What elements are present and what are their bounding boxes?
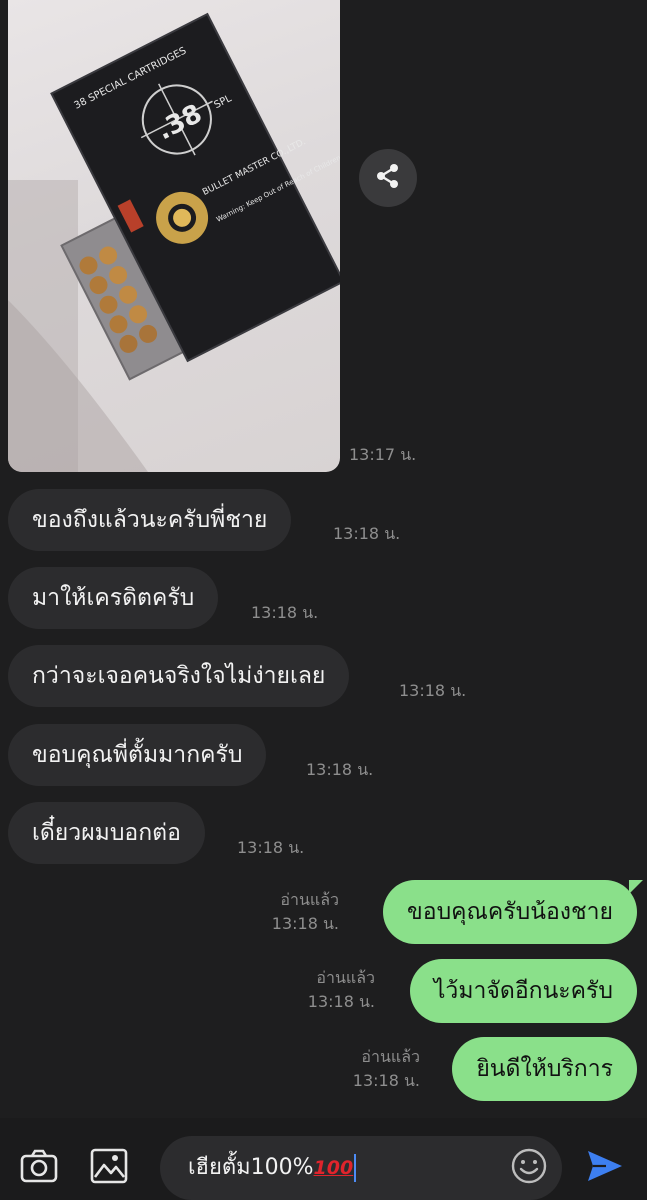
chat-area[interactable]: 38 SPECIAL CARTRIDGES .38 SPL BULLET MAS… xyxy=(0,0,647,1118)
camera-button[interactable] xyxy=(14,1143,64,1193)
photo-message[interactable]: 38 SPECIAL CARTRIDGES .38 SPL BULLET MAS… xyxy=(8,0,340,472)
read-status: อ่านแล้ว xyxy=(361,1047,420,1066)
read-status: อ่านแล้ว xyxy=(280,890,339,909)
message-time: 13:18 น. xyxy=(251,603,319,622)
send-icon xyxy=(586,1149,624,1187)
message-text: กว่าจะเจอคนจริงใจไม่ง่ายเลย xyxy=(32,663,326,689)
message-text: ขอบคุณครับน้องชาย xyxy=(407,899,613,925)
ammo-box-photo: 38 SPECIAL CARTRIDGES .38 SPL BULLET MAS… xyxy=(8,12,340,472)
message-time: 13:18 น. xyxy=(237,838,305,857)
bubble-tail xyxy=(629,880,643,894)
incoming-message[interactable]: ขอบคุณพี่ตั้มมากครับ xyxy=(8,724,267,786)
message-composer: เฮียตั้ม100%100 xyxy=(0,1118,647,1200)
message-input[interactable]: เฮียตั้ม100%100 xyxy=(160,1136,562,1200)
outgoing-message[interactable]: ไว้มาจัดอีกนะครับ xyxy=(409,959,637,1023)
hundred-emoji: 100 xyxy=(313,1157,354,1179)
text-caret xyxy=(354,1154,357,1182)
read-receipt: อ่านแล้ว 13:18 น. xyxy=(353,1045,420,1093)
message-text: ของถึงแล้วนะครับพี่ชาย xyxy=(32,507,268,533)
read-receipt: อ่านแล้ว 13:18 น. xyxy=(272,888,339,936)
outgoing-message[interactable]: ยินดีให้บริการ xyxy=(452,1037,637,1101)
message-input-text: เฮียตั้ม100% xyxy=(188,1155,314,1180)
message-text: ขอบคุณพี่ตั้มมากครับ xyxy=(32,742,243,768)
incoming-message[interactable]: ของถึงแล้วนะครับพี่ชาย xyxy=(8,489,292,551)
emoji-button[interactable] xyxy=(504,1143,554,1193)
camera-icon xyxy=(20,1149,58,1187)
message-text: ยินดีให้บริการ xyxy=(476,1056,613,1082)
message-text: มาให้เครดิตครับ xyxy=(32,585,195,611)
message-time: 13:18 น. xyxy=(271,914,339,933)
message-time: 13:18 น. xyxy=(399,681,467,700)
message-time: 13:18 น. xyxy=(352,1071,420,1090)
message-time: 13:17 น. xyxy=(349,445,417,464)
incoming-message[interactable]: เดี๋ยวผมบอกต่อ xyxy=(8,802,205,864)
incoming-message[interactable]: มาให้เครดิตครับ xyxy=(8,567,219,629)
send-button[interactable] xyxy=(580,1143,630,1193)
message-time: 13:18 น. xyxy=(333,524,401,543)
read-receipt: อ่านแล้ว 13:18 น. xyxy=(308,966,375,1014)
gallery-button[interactable] xyxy=(84,1143,134,1193)
share-button[interactable] xyxy=(359,149,417,207)
incoming-message[interactable]: กว่าจะเจอคนจริงใจไม่ง่ายเลย xyxy=(8,645,350,707)
emoji-icon xyxy=(510,1147,548,1189)
read-status: อ่านแล้ว xyxy=(316,968,375,987)
message-text: เดี๋ยวผมบอกต่อ xyxy=(32,820,181,846)
image-icon xyxy=(90,1148,128,1188)
share-icon xyxy=(374,162,402,194)
message-time: 13:18 น. xyxy=(307,992,375,1011)
message-text: ไว้มาจัดอีกนะครับ xyxy=(433,978,613,1004)
message-time: 13:18 น. xyxy=(306,760,374,779)
outgoing-message[interactable]: ขอบคุณครับน้องชาย xyxy=(383,880,643,944)
